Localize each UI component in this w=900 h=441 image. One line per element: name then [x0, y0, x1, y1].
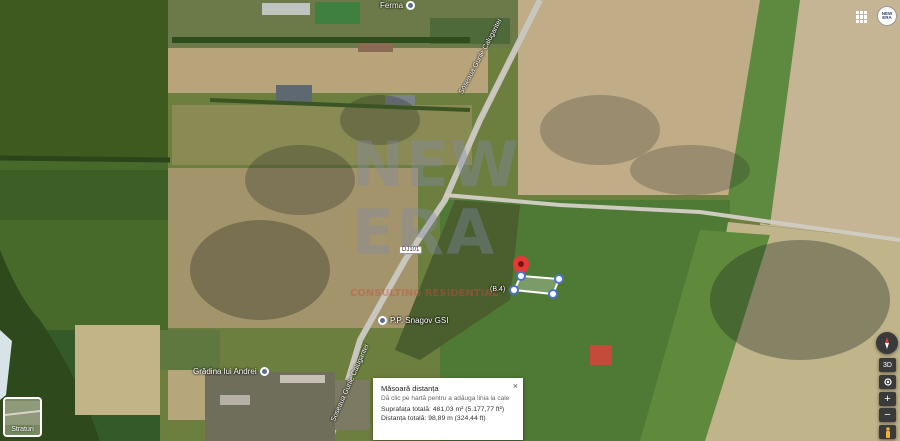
satellite-map[interactable]: NEW ERA CONSULTING RESIDENTIAL Ferma Sos…: [0, 0, 900, 441]
layers-button[interactable]: Straturi: [3, 397, 42, 437]
place-marker-icon: [378, 316, 387, 325]
road-number-shield: DJ101: [399, 246, 423, 254]
poi-gradina-label: Grădina lui Andrei: [193, 367, 257, 376]
my-location-button[interactable]: [879, 375, 896, 389]
total-area: Suprafața totală: 481,03 m² (5.177,77 ft…: [381, 406, 505, 413]
view-3d-button[interactable]: 3D: [879, 358, 896, 372]
zoom-in-button[interactable]: +: [879, 392, 896, 406]
measure-card-title: Măsoară distanța: [381, 384, 439, 393]
target-icon: [883, 378, 892, 386]
poi-snagov-label: P.P. Snagov GSI: [390, 316, 449, 325]
total-distance: Distanța totală: 98,89 m (324,44 ft): [381, 415, 486, 422]
measure-vertex-handle[interactable]: [509, 285, 519, 295]
poi-snagov[interactable]: P.P. Snagov GSI: [378, 316, 448, 325]
layers-label: Straturi: [11, 426, 34, 433]
compass-icon: [885, 337, 889, 349]
compass-button[interactable]: [876, 332, 898, 354]
layers-thumbnail: [5, 401, 40, 425]
poi-ferma[interactable]: Ferma: [380, 1, 416, 10]
measure-vertex-handle[interactable]: [516, 271, 526, 281]
poi-gradina[interactable]: Grădina lui Andrei: [193, 367, 269, 376]
measure-vertex-handle[interactable]: [548, 289, 558, 299]
measure-distance-card: × Măsoară distanța Dă clic pe hartă pent…: [373, 378, 523, 440]
place-marker-icon: [259, 367, 269, 376]
measure-vertex-handle[interactable]: [554, 274, 564, 284]
poi-ferma-label: Ferma: [380, 1, 404, 10]
pegman-icon: [885, 426, 890, 438]
place-marker-icon: [406, 1, 416, 10]
pegman-button[interactable]: [879, 425, 896, 439]
apps-grid-icon[interactable]: [855, 10, 869, 24]
measure-card-hint: Dă clic pe hartă pentru a adăuga linia l…: [381, 395, 510, 402]
satellite-imagery: [0, 0, 900, 441]
close-icon[interactable]: ×: [513, 381, 518, 391]
account-avatar[interactable]: NEW ERA: [877, 6, 897, 26]
pin-label: (B.4): [490, 286, 506, 293]
zoom-out-button[interactable]: −: [879, 408, 896, 422]
